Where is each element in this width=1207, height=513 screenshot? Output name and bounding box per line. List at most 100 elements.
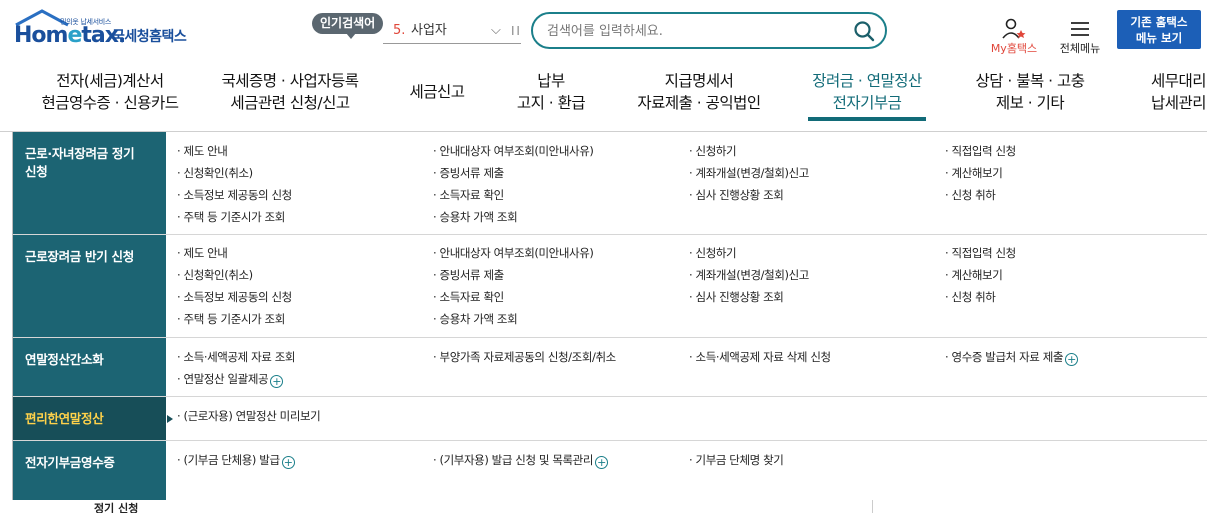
submenu-row: 근로장려금 반기 신청 · 제도 안내 · 안내대상자 여부조회(미안내사유) … (13, 235, 1207, 338)
plus-circle-icon[interactable]: + (595, 456, 609, 469)
group-title-line1: 전자기부금영수증 (25, 455, 115, 470)
popular-keyword-text[interactable]: 사업자 (411, 18, 447, 44)
submenu-link[interactable]: · 계산해보기 (945, 165, 1003, 181)
submenu-link[interactable]: · 증빙서류 제출 (433, 267, 504, 283)
popular-keyword-rolling[interactable]: 5. 사업자 ⌵ I I (383, 18, 521, 44)
group-title-line1: 근로·자녀장려금 정기 (25, 146, 135, 161)
submenu-link-with-plus[interactable]: · (기부자용) 발급 신청 및 목록관리 + (433, 452, 609, 469)
submenu-link-label: · (기부자용) 발급 신청 및 목록관리 (433, 453, 594, 467)
gnb-label-line2: 제보 · 기타 (995, 94, 1065, 112)
gnb-label-line1: 납부 (537, 72, 565, 90)
submenu-link-label: · 영수증 발급처 자료 제출 (945, 350, 1064, 364)
background-page-text: 정기 신청 (94, 502, 139, 513)
submenu-group-title-active[interactable]: 편리한연말정산 (13, 397, 173, 440)
submenu-link[interactable]: · 소득·세액공제 자료 조회 (177, 349, 295, 365)
submenu-link[interactable]: · 제도 안내 (177, 143, 228, 159)
submenu-link[interactable]: · 신청하기 (689, 245, 737, 261)
submenu-group-title[interactable]: 전자기부금영수증 (13, 441, 166, 500)
submenu-link[interactable]: · 안내대상자 여부조회(미안내사유) (433, 143, 594, 159)
submenu-link-with-plus[interactable]: · 연말정산 일괄제공 + (177, 371, 284, 388)
submenu-group-title[interactable]: 연말정산간소화 (13, 338, 166, 396)
submenu-link[interactable]: · 부양가족 자료제공동의 신청/조회/취소 (433, 349, 616, 365)
gnb-label-line1: 전자(세금)계산서 (56, 72, 164, 90)
submenu-link[interactable]: · 승용차 가액 조회 (433, 311, 518, 327)
gnb-certificates[interactable]: 국세증명 · 사업자등록 세금관련 신청/신고 (210, 70, 370, 114)
all-menu-label: 전체메뉴 (1059, 42, 1101, 55)
chevron-down-icon[interactable]: ⌵ (491, 18, 501, 44)
submenu-link[interactable]: · (근로자용) 연말정산 미리보기 (177, 408, 321, 424)
submenu-link[interactable]: · 신청 취하 (945, 289, 996, 305)
submenu-link[interactable]: · 심사 진행상황 조회 (689, 187, 784, 203)
plus-circle-icon[interactable]: + (1065, 353, 1079, 366)
submenu-link[interactable]: · 안내대상자 여부조회(미안내사유) (433, 245, 594, 261)
submenu-link[interactable]: · 증빙서류 제출 (433, 165, 504, 181)
caret-right-icon (167, 415, 173, 423)
gnb-label-line1: 국세증명 · 사업자등록 (221, 72, 359, 90)
submenu-link[interactable]: · 직접입력 신청 (945, 245, 1016, 261)
plus-circle-icon[interactable]: + (270, 375, 284, 388)
submenu-link-with-plus[interactable]: · (기부금 단체용) 발급 + (177, 452, 295, 469)
gnb-label-line2: 납세관리 (1150, 94, 1207, 112)
submenu-link[interactable]: · 승용차 가액 조회 (433, 209, 518, 225)
gnb-label-line1: 지급명세서 (664, 72, 734, 90)
submenu-link[interactable]: · 신청확인(취소) (177, 267, 253, 283)
gnb-incentive-year-end[interactable]: 장려금 · 연말정산 전자기부금 (799, 70, 935, 114)
submenu-link[interactable]: · 소득자료 확인 (433, 187, 504, 203)
search-icon[interactable] (853, 20, 875, 42)
submenu-link[interactable]: · 소득자료 확인 (433, 289, 504, 305)
divider (872, 500, 873, 513)
gnb-tax-agent[interactable]: 세무대리 납세관리 (1120, 70, 1207, 114)
submenu-link[interactable]: · 신청 취하 (945, 187, 996, 203)
submenu-link-with-plus[interactable]: · 영수증 발급처 자료 제출 + (945, 349, 1079, 366)
group-title-line1: 연말정산간소화 (25, 352, 104, 367)
hometax-logo[interactable]: 민의옷 납세서비스 Hometax. 국세청홈택스 (12, 9, 212, 53)
old-hometax-menu-button[interactable]: 기존 홈택스 메뉴 보기 (1117, 10, 1201, 49)
submenu-group-title[interactable]: 근로장려금 반기 신청 (13, 235, 166, 337)
hamburger-menu-icon (1071, 22, 1089, 36)
gnb-tax-return[interactable]: 세금신고 (395, 81, 479, 103)
active-tab-indicator (808, 117, 926, 121)
gnb-label-line2: 현금영수증 · 신용카드 (41, 94, 179, 112)
all-menu-button[interactable]: 전체메뉴 (1057, 18, 1103, 56)
submenu-link[interactable]: · 신청확인(취소) (177, 165, 253, 181)
submenu-link[interactable]: · 심사 진행상황 조회 (689, 289, 784, 305)
my-hometax-button[interactable]: My홈택스 (988, 18, 1040, 56)
gnb-consulting[interactable]: 상담 · 불복 · 고충 제보 · 기타 (962, 70, 1098, 114)
gnb-label-line2: 자료제출 · 공익법인 (637, 94, 761, 112)
pause-icon[interactable]: I I (511, 18, 520, 44)
submenu-row: 연말정산간소화 · 소득·세액공제 자료 조회 · 부양가족 자료제공동의 신청… (13, 338, 1207, 397)
user-icon (1002, 18, 1026, 39)
gnb-label-line1: 상담 · 불복 · 고충 (975, 72, 1085, 90)
submenu-link-label: · (기부금 단체용) 발급 (177, 453, 280, 467)
submenu-group-title[interactable]: 근로·자녀장려금 정기 신청 (13, 132, 166, 234)
submenu-link[interactable]: · 계좌개설(변경/철회)신고 (689, 267, 809, 283)
submenu-link[interactable]: · 계산해보기 (945, 267, 1003, 283)
submenu-link[interactable]: · 소득정보 제공동의 신청 (177, 187, 292, 203)
submenu-link[interactable]: · 제도 안내 (177, 245, 228, 261)
submenu-link[interactable]: · 계좌개설(변경/철회)신고 (689, 165, 809, 181)
submenu-link[interactable]: · 소득정보 제공동의 신청 (177, 289, 292, 305)
logo-wordmark: Hometax. (14, 23, 126, 48)
gnb-payment-statement[interactable]: 지급명세서 자료제출 · 공익법인 (624, 70, 774, 114)
group-title-line1: 편리한연말정산 (25, 411, 104, 426)
gnb-label-line1: 장려금 · 연말정산 (812, 72, 922, 90)
plus-circle-icon[interactable]: + (281, 456, 295, 469)
submenu-link[interactable]: · 기부금 단체명 찾기 (689, 452, 784, 468)
submenu-link-label: · 연말정산 일괄제공 (177, 372, 269, 386)
group-title-line1: 근로장려금 반기 신청 (25, 249, 134, 264)
submenu-link[interactable]: · 소득·세액공제 자료 삭제 신청 (689, 349, 831, 365)
gnb-label-line2: 고지 · 환급 (516, 94, 586, 112)
search-input[interactable] (547, 19, 847, 43)
popular-keyword-rank: 5. (393, 23, 406, 38)
gnb-e-invoice[interactable]: 전자(세금)계산서 현금영수증 · 신용카드 (30, 70, 190, 114)
my-hometax-label: My홈택스 (990, 42, 1038, 55)
gnb-label-line2: 전자기부금 (832, 94, 902, 112)
submenu-link[interactable]: · 주택 등 기준시가 조회 (177, 209, 285, 225)
popular-keywords-badge: 인기검색어 (312, 13, 384, 39)
old-hometax-line2: 메뉴 보기 (1135, 31, 1183, 45)
submenu-link[interactable]: · 주택 등 기준시가 조회 (177, 311, 285, 327)
header: 민의옷 납세서비스 Hometax. 국세청홈택스 인기검색어 5. 사업자 ⌵… (0, 0, 1207, 60)
submenu-link[interactable]: · 직접입력 신청 (945, 143, 1016, 159)
submenu-link[interactable]: · 신청하기 (689, 143, 737, 159)
gnb-payment[interactable]: 납부 고지 · 환급 (501, 70, 601, 114)
